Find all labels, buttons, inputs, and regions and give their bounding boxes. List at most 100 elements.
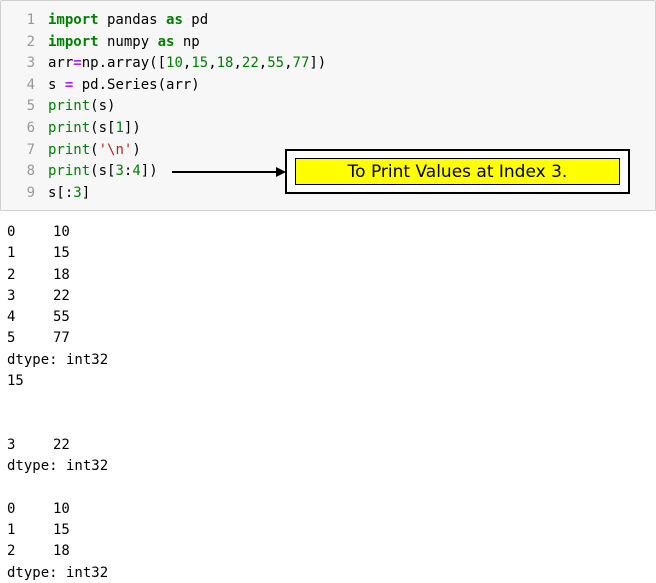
code-token: 3 — [115, 163, 124, 180]
line-number: 4 — [26, 76, 35, 93]
code-text: print('\n') — [48, 140, 141, 161]
output-index: 3 — [7, 436, 16, 453]
line-number: 2 — [26, 33, 35, 50]
code-token: (s[ — [90, 120, 116, 136]
output-line: 2 18 — [7, 541, 108, 562]
code-token: as — [157, 33, 175, 50]
code-token: , — [258, 55, 268, 72]
code-token: s[: — [48, 184, 74, 201]
code-token: np — [174, 33, 200, 50]
output-value: 18 — [53, 543, 70, 560]
callout-box: To Print Values at Index 3. — [285, 149, 630, 194]
output-line: 2 18 — [7, 265, 108, 286]
output-index: 0 — [7, 224, 16, 240]
output-line: 1 15 — [7, 243, 108, 264]
code-token: pd.Series(arr) — [73, 76, 200, 93]
output-text: dtype: int32 — [7, 564, 109, 581]
line-number: 5 — [26, 98, 35, 115]
code-token: print — [48, 98, 91, 115]
output-value: 22 — [53, 287, 70, 304]
code-text: print(s[3:4]) — [48, 161, 158, 182]
code-token: (s) — [90, 98, 116, 115]
output-line: 4 55 — [7, 307, 108, 328]
code-text: s[:3] — [48, 183, 90, 204]
code-token: print — [48, 120, 91, 136]
code-token: ]) — [123, 120, 141, 136]
code-text: import numpy as np — [48, 32, 200, 53]
output-value: 77 — [53, 330, 70, 347]
code-text: s = pd.Series(arr) — [48, 75, 200, 96]
code-token: ]) — [309, 55, 327, 72]
cell-output: 0 10 1 15 2 18 3 22 4 55 5 77 dtype: int32 15 3 22 dtype… — [7, 222, 108, 583]
output-value: 55 — [53, 309, 70, 326]
code-token: ] — [81, 184, 91, 201]
code-text: print(s) — [48, 96, 115, 117]
code-token: 1 — [115, 120, 124, 136]
code-token: print — [48, 163, 91, 180]
code-token: 4 — [132, 163, 141, 180]
code-text: print(s[1]) — [48, 118, 141, 139]
code-token: ) — [132, 141, 141, 158]
output-index: 2 — [7, 543, 16, 560]
code-token: (s[ — [90, 163, 116, 180]
output-text: dtype: int32 — [7, 351, 109, 368]
output-line: dtype: int32 — [7, 563, 108, 583]
output-value: 22 — [53, 436, 70, 453]
code-token: = — [73, 55, 82, 72]
output-line: dtype: int32 — [7, 456, 108, 477]
output-value: 10 — [53, 224, 70, 240]
callout-arrow — [172, 171, 280, 173]
code-token: import — [48, 12, 99, 28]
line-number: 8 — [26, 163, 35, 180]
output-line: 15 — [7, 371, 108, 392]
code-token: ( — [90, 141, 99, 158]
output-index: 5 — [7, 330, 16, 347]
line-number: 3 — [26, 55, 35, 72]
code-token: 18 — [216, 55, 234, 72]
code-token: pd — [182, 12, 209, 28]
output-index: 1 — [7, 245, 16, 262]
output-index: 3 — [7, 287, 16, 304]
output-text: 15 — [7, 373, 24, 390]
line-number: 6 — [26, 120, 35, 136]
output-value: 10 — [53, 500, 70, 517]
line-number: 9 — [26, 184, 35, 201]
code-text: arr=np.array([10,15,18,22,55,77]) — [48, 53, 326, 74]
output-value: 15 — [53, 245, 70, 262]
code-token: 22 — [241, 55, 259, 72]
code-token: s — [48, 76, 65, 93]
code-token: , — [208, 55, 217, 72]
code-token: 10 — [166, 55, 183, 72]
output-index: 2 — [7, 266, 16, 283]
output-line: 5 77 — [7, 328, 108, 349]
output-line: 3 22 — [7, 435, 108, 456]
output-text: dtype: int32 — [7, 458, 109, 475]
code-token: 15 — [191, 55, 209, 72]
output-index: 0 — [7, 500, 16, 517]
code-text: import pandas as pd — [48, 10, 208, 31]
output-line: 3 22 — [7, 286, 108, 307]
callout-label: To Print Values at Index 3. — [295, 158, 620, 185]
code-token: np.array([ — [81, 55, 167, 72]
output-index: 4 — [7, 309, 16, 326]
code-token: , — [233, 55, 242, 72]
output-line: 0 10 — [7, 499, 108, 520]
code-token: print — [48, 141, 91, 158]
output-line: 0 10 — [7, 222, 108, 243]
output-value: 15 — [53, 522, 70, 539]
output-value: 18 — [53, 266, 70, 283]
output-line: 1 15 — [7, 520, 108, 541]
code-token: numpy — [98, 33, 158, 50]
line-number: 7 — [26, 141, 35, 158]
code-token: arr — [48, 55, 74, 72]
code-token: 3 — [73, 184, 82, 201]
code-token: pandas — [98, 12, 167, 28]
code-token: ]) — [140, 163, 158, 180]
code-token: 55 — [267, 55, 285, 72]
code-token: import — [48, 33, 99, 50]
code-token: as — [166, 12, 183, 28]
code-token: 77 — [292, 55, 310, 72]
